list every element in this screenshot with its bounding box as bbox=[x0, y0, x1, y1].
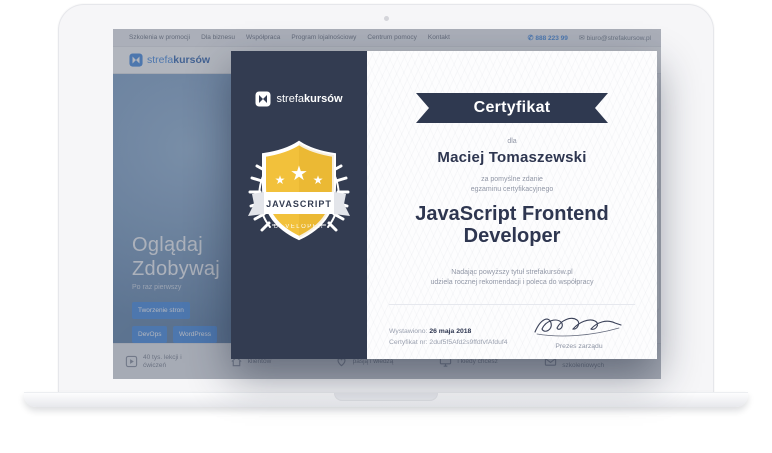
recommendation-text: Nadając powyższy tytuł strefakursów.pl u… bbox=[367, 268, 657, 288]
laptop-screen: Szkolenia w promocji Dla biznesu Współpr… bbox=[58, 4, 714, 392]
javascript-developer-badge: ★ ★ ★ JAVASCRIPT DEVELOPER bbox=[242, 135, 356, 249]
reason-text: za pomyślne zdanie egzaminu certyfikacyj… bbox=[367, 175, 657, 195]
badge-subtitle: DEVELOPER bbox=[274, 224, 324, 230]
certificate-footer: Wystawiono: 26 maja 2018 Certyfikat nr: … bbox=[389, 308, 635, 350]
signature bbox=[529, 311, 629, 337]
certificate-modal: strefakursów bbox=[231, 51, 657, 359]
laptop-base-notch bbox=[334, 393, 438, 401]
for-label: dla bbox=[367, 138, 657, 145]
laptop-base bbox=[24, 392, 748, 407]
star-icon: ★ bbox=[290, 163, 308, 185]
certificate-ribbon: Certyfikat bbox=[416, 93, 608, 123]
certificate-logo: strefakursów bbox=[255, 91, 342, 107]
recipient-name: Maciej Tomaszewski bbox=[367, 149, 657, 166]
badge-title: JAVASCRIPT bbox=[266, 199, 332, 209]
logo-wordmark: strefakursów bbox=[276, 93, 342, 105]
star-icon: ★ bbox=[313, 173, 324, 187]
issue-details: Wystawiono: 26 maja 2018 Certyfikat nr: … bbox=[389, 326, 508, 350]
certificate-left-panel: strefakursów bbox=[231, 51, 367, 359]
signature-block: Prezes zarządu bbox=[523, 311, 635, 350]
certificate-title: JavaScript Frontend Developer bbox=[367, 203, 657, 247]
star-icon: ★ bbox=[275, 173, 286, 187]
page: Szkolenia w promocji Dla biznesu Współpr… bbox=[0, 0, 772, 453]
logo-icon bbox=[255, 91, 271, 107]
certificate-body: Certyfikat dla Maciej Tomaszewski za pom… bbox=[367, 51, 657, 359]
signer-role: Prezes zarządu bbox=[523, 343, 635, 350]
footer-divider bbox=[389, 304, 635, 305]
laptop-camera-dot bbox=[384, 16, 389, 21]
